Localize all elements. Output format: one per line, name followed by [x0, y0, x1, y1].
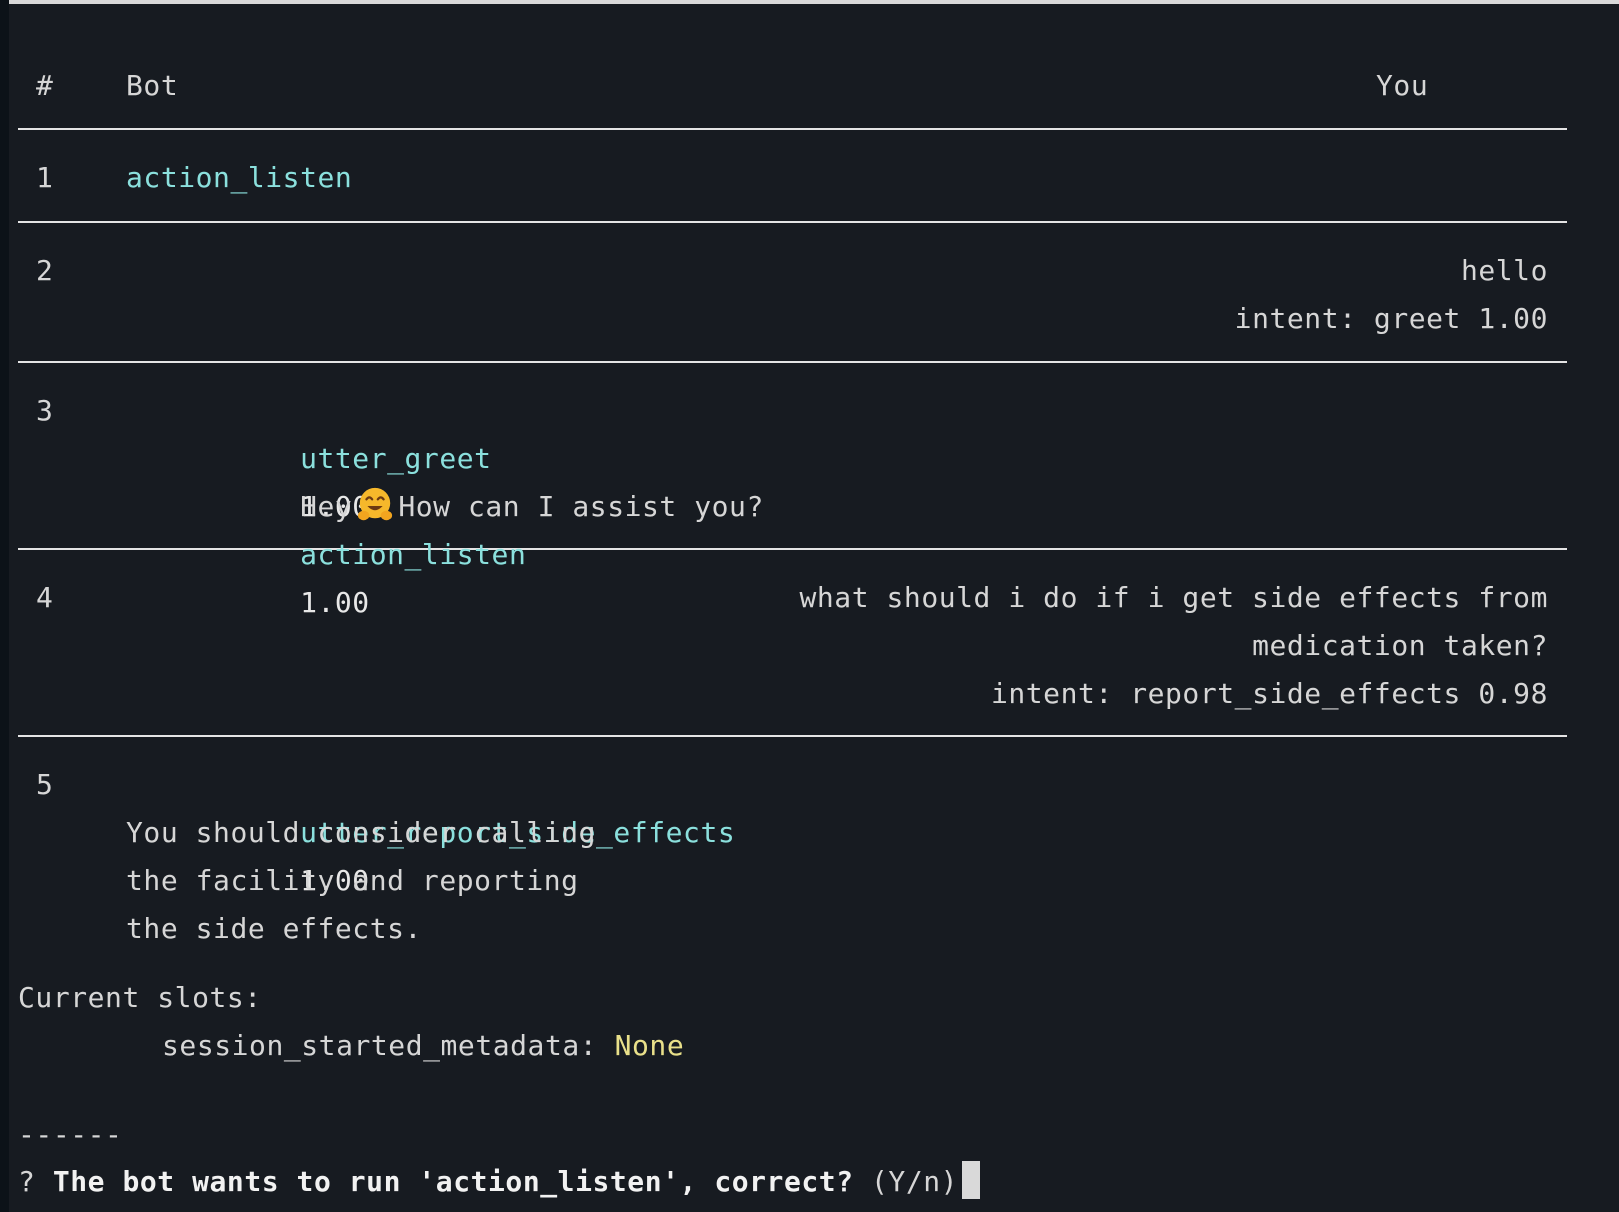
prompt-mark: ?	[18, 1165, 36, 1198]
prompt-hint: (Y/n)	[871, 1165, 959, 1198]
bot-cell: utter_greet 1.00 Hey How can I assist yo…	[126, 387, 764, 619]
row-number: 1	[36, 161, 54, 194]
hugging-face-emoji-icon	[358, 487, 393, 521]
header-number: #	[36, 69, 54, 102]
user-intent: intent: report_side_effects 0.98	[990, 677, 1548, 710]
user-message: hello	[1460, 254, 1548, 287]
table-row: 3 utter_greet 1.00 Hey How can I assist …	[18, 363, 1567, 619]
separator: ------	[18, 1118, 123, 1151]
slot-entry: session_started_metadata: None	[162, 1022, 684, 1070]
prompt-question: The bot wants to run 'action_listen', co…	[52, 1165, 854, 1198]
bot-action: action_listen	[126, 161, 353, 194]
confirm-prompt[interactable]: ? The bot wants to run 'action_listen', …	[18, 1158, 981, 1206]
bot-cell: utter_report_side_effects 1.00 You shoul…	[126, 761, 735, 953]
table-header: # Bot You	[18, 58, 1567, 130]
header-you: You	[1376, 69, 1429, 102]
header-bot: Bot	[126, 69, 179, 102]
bot-message-start: Hey	[300, 490, 353, 523]
user-message: what should i do if i get side effects f…	[799, 581, 1548, 614]
user-cell: what should i do if i get side effects f…	[799, 574, 1548, 718]
conversation-table: # Bot You 1 action_listen 2 hello intent…	[18, 58, 1567, 945]
text-cursor[interactable]	[962, 1161, 981, 1199]
slots-label: Current slots:	[18, 981, 262, 1014]
table-row: 2 hello intent: greet 1.00	[18, 223, 1567, 363]
row-number: 3	[36, 394, 54, 427]
table-row: 5 utter_report_side_effects 1.00 You sho…	[18, 737, 1567, 945]
row-number: 2	[36, 254, 54, 287]
bot-message-line: the side effects.	[126, 912, 422, 945]
slot-key: session_started_metadata:	[162, 1029, 598, 1062]
table-row: 1 action_listen	[18, 130, 1567, 223]
table-row: 4 what should i do if i get side effects…	[18, 550, 1567, 737]
user-cell: hello intent: greet 1.00	[1235, 247, 1548, 343]
bot-cell: action_listen	[126, 154, 352, 202]
user-message: medication taken?	[1252, 629, 1548, 662]
user-intent: intent: greet 1.00	[1234, 302, 1548, 335]
terminal-content: # Bot You 1 action_listen 2 hello intent…	[9, 0, 1619, 1212]
bot-message-end: How can I assist you?	[398, 490, 764, 523]
bot-message-line: the facility and reporting	[126, 864, 579, 897]
bot-action: utter_greet	[300, 442, 492, 475]
row-number: 4	[36, 581, 54, 614]
row-number: 5	[36, 768, 54, 801]
slot-value: None	[614, 1029, 685, 1062]
